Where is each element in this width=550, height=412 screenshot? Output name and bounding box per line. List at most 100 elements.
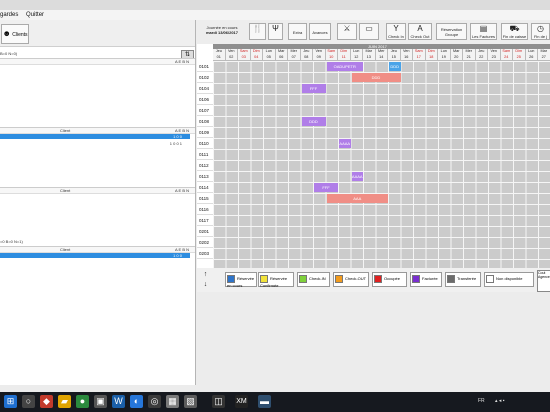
- client-row-selected[interactable]: 1 0 0: [0, 134, 190, 139]
- room-label-0117: 0117: [197, 215, 213, 226]
- room-label-0104: 0104: [197, 83, 213, 94]
- day-header-07: Mer 07: [288, 49, 301, 61]
- chrome-icon[interactable]: ●: [76, 395, 89, 408]
- legend-item: Check-OUT: [333, 272, 369, 287]
- arrow-up-icon[interactable]: ↑: [201, 270, 210, 279]
- grid-cells[interactable]: OADUPETR DDD DDD FFF DDD AAAA AAAA FFF AAA: [213, 61, 550, 268]
- legend-swatch: [260, 275, 268, 283]
- language-indicator[interactable]: FR: [478, 398, 485, 404]
- fin-journee-button[interactable]: ◷ Fin de j: [531, 23, 550, 40]
- day-header-11: Dim 11: [338, 49, 351, 61]
- xm-icon[interactable]: XM: [235, 395, 248, 408]
- room-label-0112: 0112: [197, 160, 213, 171]
- menu-item-quitter[interactable]: Quitter: [26, 10, 44, 20]
- client-row[interactable]: 1 0 0 1: [0, 141, 190, 146]
- app-icon-1[interactable]: ◆: [40, 395, 53, 408]
- room-label-0202: 0202: [197, 237, 213, 248]
- day-header-21: Mer 21: [463, 49, 476, 61]
- client-panel: ☻ Clients ⇅ B=0 N=0) A E B N Client A E …: [0, 20, 196, 385]
- reservation-block[interactable]: FFF: [314, 183, 338, 192]
- legend-swatch: [299, 275, 307, 283]
- app-icon-4[interactable]: ▧: [184, 395, 197, 408]
- app-icon-3[interactable]: ▦: [166, 395, 179, 408]
- reservation-block[interactable]: DDD: [389, 62, 401, 71]
- browser-icon[interactable]: ◐: [130, 395, 143, 408]
- reservation-block[interactable]: FFF: [301, 84, 326, 93]
- room-label-0115: 0115: [197, 193, 213, 204]
- legend-item: Réservée en cours: [225, 272, 257, 288]
- legend-label: Non disponible: [496, 276, 523, 282]
- clients-button[interactable]: ☻ Clients: [1, 24, 29, 44]
- search-icon[interactable]: ○: [22, 395, 35, 408]
- people-icon: ☻: [2, 29, 11, 38]
- check-in-icon: Y: [393, 24, 399, 33]
- client-row-selected-2[interactable]: 1 0 0: [0, 253, 190, 258]
- avances-button[interactable]: Avances: [309, 23, 331, 40]
- arrow-down-icon[interactable]: ↓: [201, 280, 210, 289]
- reservation-groupe-button[interactable]: Réservation Groupe: [436, 23, 467, 40]
- day-header-03: Sam 03: [238, 49, 251, 61]
- room-label-0116: 0116: [197, 204, 213, 215]
- app-icon-5[interactable]: ◫: [212, 395, 225, 408]
- check-out-icon: A: [417, 24, 423, 33]
- bed-icon: ▭: [365, 24, 373, 33]
- clock-icon: ◷: [537, 24, 544, 33]
- reservation-block[interactable]: DDD: [351, 73, 401, 82]
- hotel-app-icon[interactable]: ▬: [258, 395, 271, 408]
- legend-label: Check-IN: [309, 276, 326, 282]
- tray-icons[interactable]: ▴ ◂ ▪: [495, 398, 505, 404]
- reservation-block[interactable]: DDD: [301, 117, 326, 126]
- current-day: Journée en cours mardi 13/06/2017: [199, 25, 245, 35]
- section4-header: Client A E B N: [0, 246, 195, 253]
- restaurant-button[interactable]: 🍴: [249, 23, 266, 40]
- day-header-04: Dim 04: [250, 49, 263, 61]
- les-factures-button[interactable]: ▤ Les Factures: [470, 23, 497, 40]
- legend-label: Occupée: [384, 276, 401, 282]
- clients-button-label: Clients: [12, 32, 28, 38]
- menu-item-sauvegardes[interactable]: gardes: [0, 10, 18, 20]
- check-out-button[interactable]: A Check Out: [408, 23, 432, 40]
- folder-icon[interactable]: ▰: [58, 395, 71, 408]
- legend-item: Réservée Confirmée: [258, 272, 294, 288]
- room-label-0203: 0203: [197, 248, 213, 259]
- cout-agence-box: Cout Agence: [537, 270, 550, 292]
- menu-bar: gardes Quitter: [0, 10, 550, 20]
- legend-swatch: [227, 275, 235, 283]
- extra-button[interactable]: Extra: [288, 23, 307, 40]
- day-header-10: Sam 10: [325, 49, 338, 61]
- room-label-0113: 0113: [197, 171, 213, 182]
- current-day-date: mardi 13/06/2017: [205, 30, 239, 35]
- room-label-0109: 0109: [197, 127, 213, 138]
- section1-label: B=0 N=0): [0, 51, 18, 56]
- day-header-row: Jeu 01 Ven 02 Sam 03 Dim 04 Lun 05 Mar 06 Mer 07 Jeu 08…: [213, 49, 550, 61]
- reservation-block[interactable]: AAAA: [339, 139, 351, 148]
- reservation-block[interactable]: OADUPETR: [326, 62, 363, 71]
- bar-button[interactable]: Ψ: [268, 23, 283, 40]
- room-label-0201: 0201: [197, 226, 213, 237]
- day-header-24: Sam 24: [500, 49, 513, 61]
- file-icon[interactable]: ▣: [94, 395, 107, 408]
- start-icon[interactable]: ⊞: [4, 395, 17, 408]
- reservation-block[interactable]: AAA: [326, 194, 388, 203]
- legend-label: Check-OUT: [345, 276, 367, 282]
- utensils-icon: 🍴: [252, 24, 263, 33]
- day-header-25: Dim 25: [513, 49, 526, 61]
- reservation-block[interactable]: AAAA: [351, 172, 363, 181]
- menu-button[interactable]: ⚔: [337, 23, 357, 40]
- app-icon-2[interactable]: ◎: [148, 395, 161, 408]
- section3-label: =0 B=0 N=1): [0, 239, 23, 244]
- check-in-button[interactable]: Y Check In: [386, 23, 406, 40]
- word-icon[interactable]: W: [112, 395, 125, 408]
- day-header-14: Mer 14: [375, 49, 388, 61]
- fin-caisse-button[interactable]: ⛟ Fin de caisse: [501, 23, 528, 40]
- main-toolbar: Journée en cours mardi 13/06/2017 🍴 Ψ Ex…: [196, 20, 550, 44]
- day-header-15: Jeu 15: [388, 49, 401, 61]
- taskbar: ⊞ ○ ◆ ▰ ● ▣ W ◐ ◎ ▦ ▧ ◫ XM ▬ FR ▴ ◂ ▪: [0, 392, 550, 412]
- day-header-18: Dim 18: [425, 49, 438, 61]
- room-label-0101: 0101: [197, 61, 213, 72]
- legend-swatch: [335, 275, 343, 283]
- day-header-20: Mar 20: [450, 49, 463, 61]
- legend-item: Facturée: [410, 272, 442, 287]
- day-header-05: Lun 05: [263, 49, 276, 61]
- rooms-button[interactable]: ▭: [359, 23, 379, 40]
